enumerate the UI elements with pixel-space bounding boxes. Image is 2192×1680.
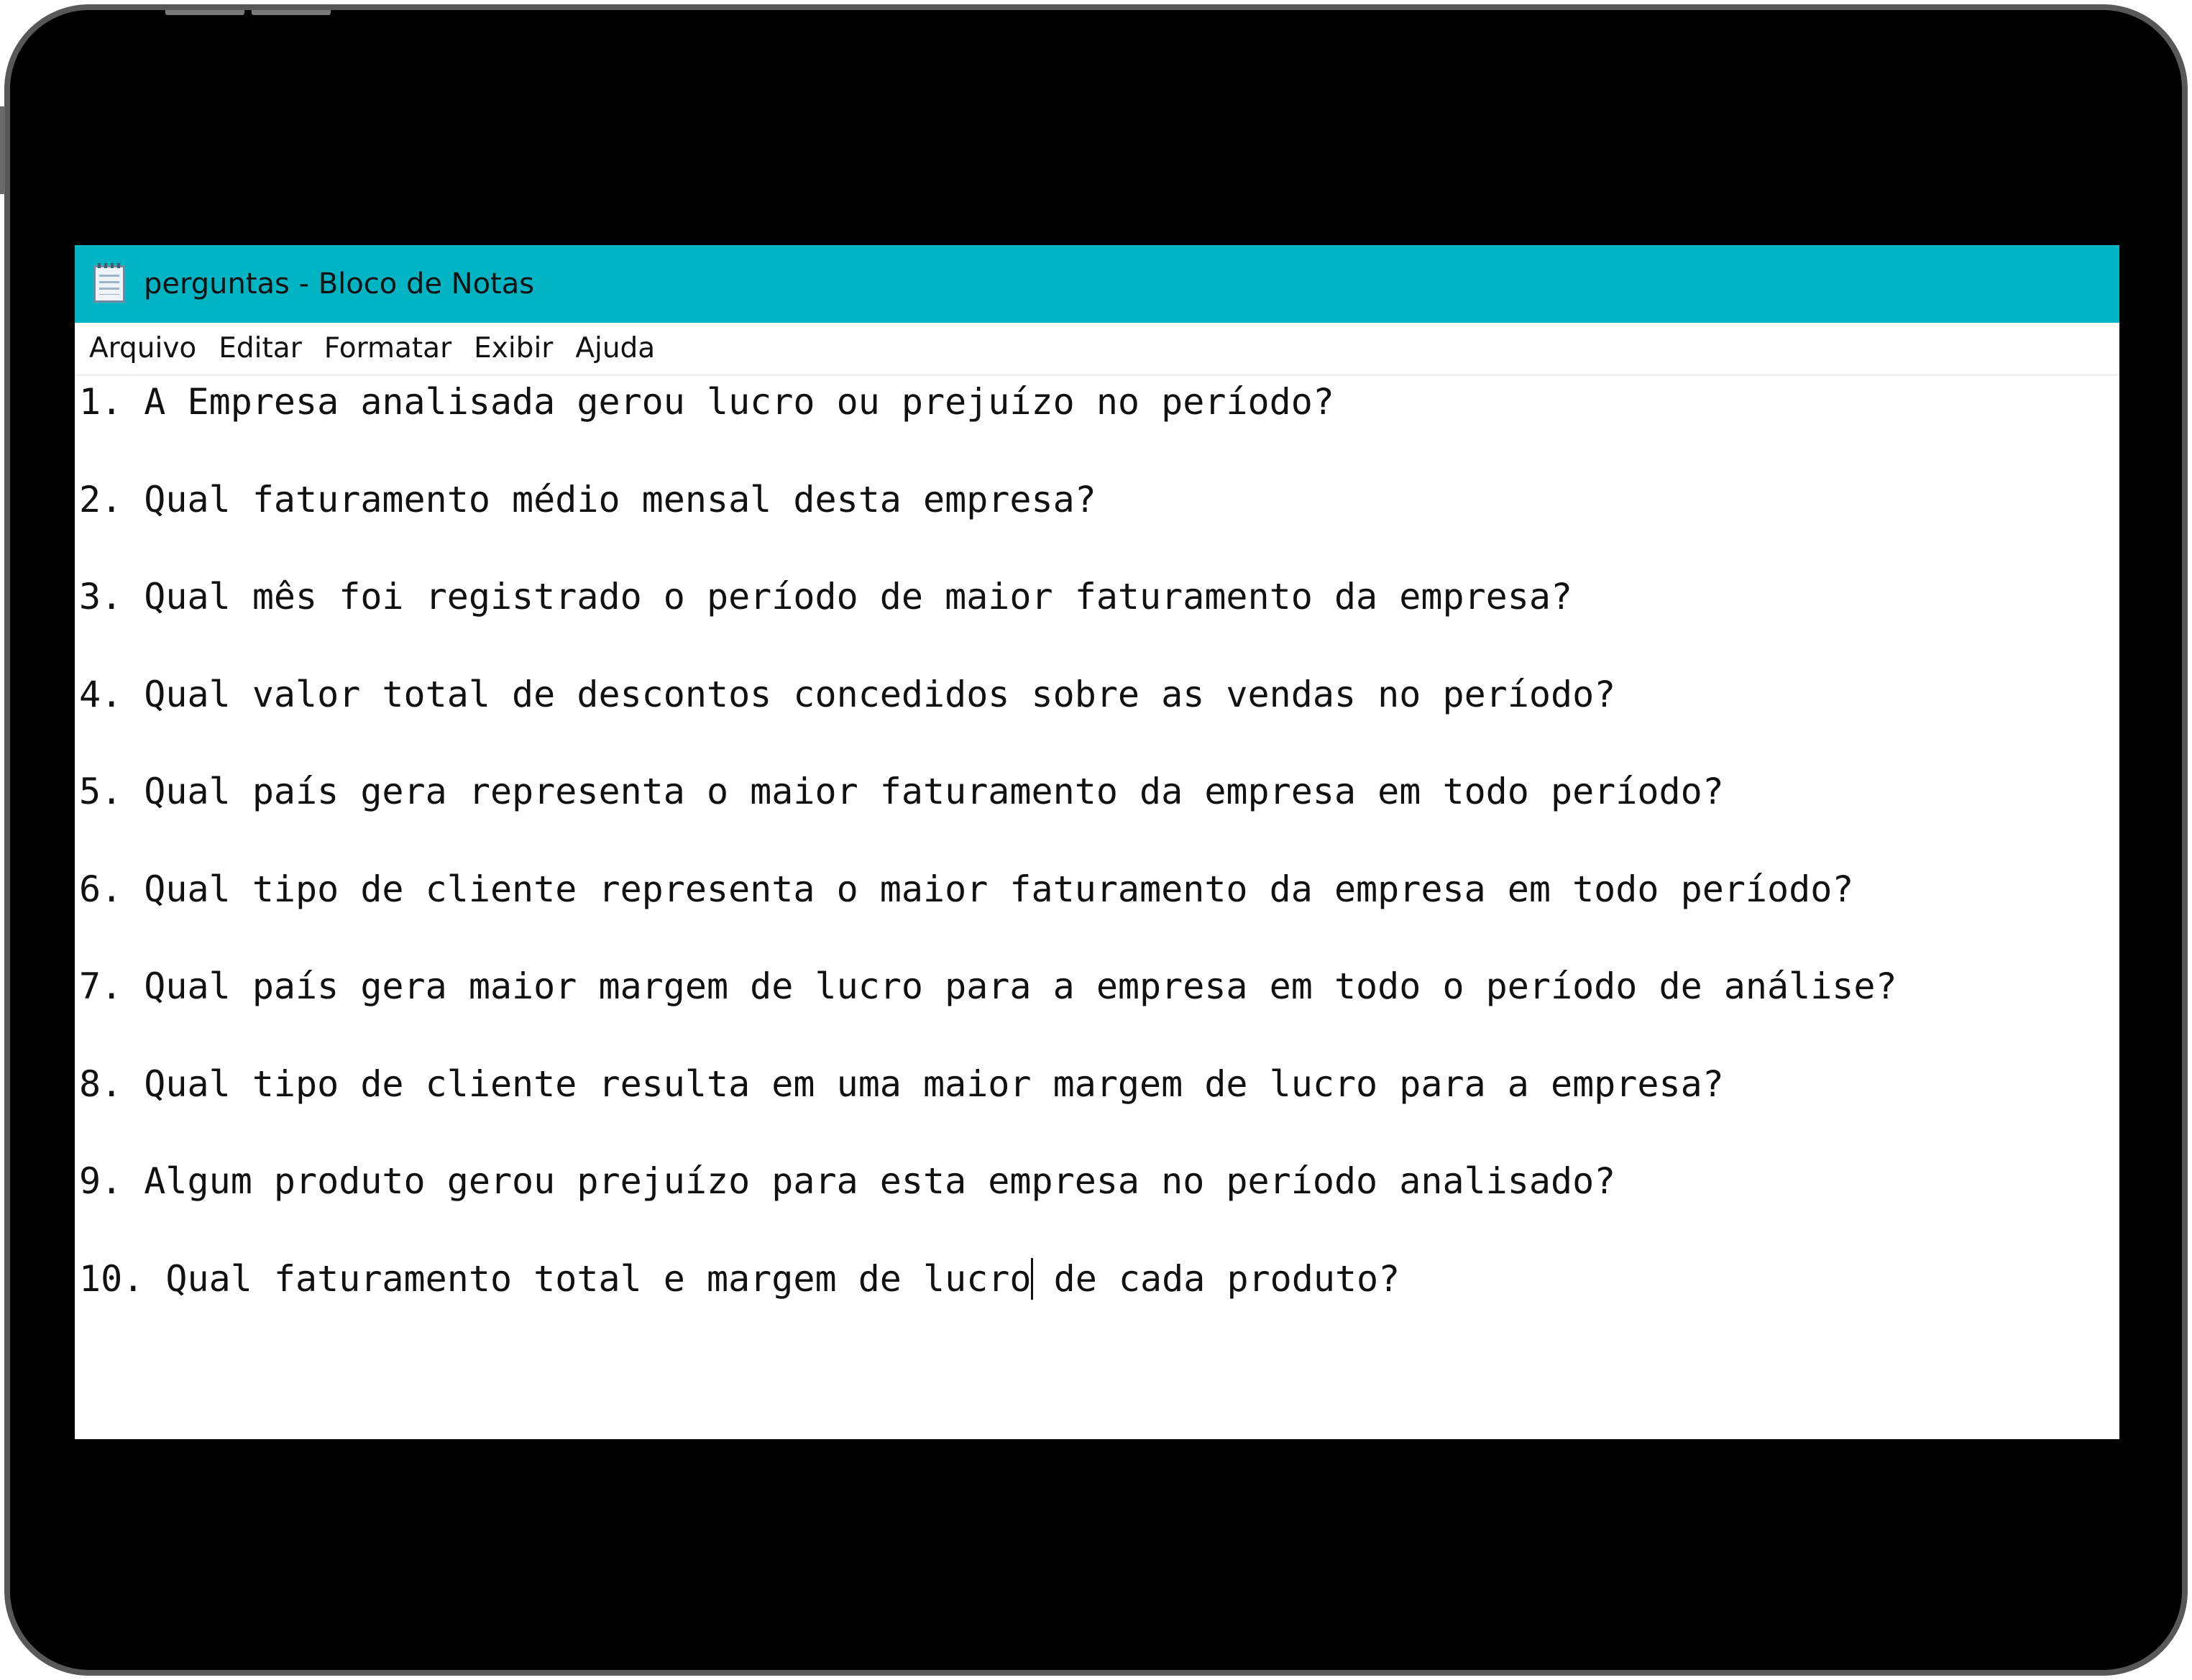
text-line: 1. A Empresa analisada gerou lucro ou pr… xyxy=(79,381,1334,423)
menu-bar: Arquivo Editar Formatar Exibir Ajuda xyxy=(75,323,2119,376)
menu-arquivo[interactable]: Arquivo xyxy=(81,326,205,370)
notepad-window: perguntas - Bloco de Notas Arquivo Edita… xyxy=(75,245,2119,1439)
text-line: 9. Algum produto gerou prejuízo para est… xyxy=(79,1160,1616,1202)
title-bar[interactable]: perguntas - Bloco de Notas xyxy=(75,245,2119,323)
menu-ajuda[interactable]: Ajuda xyxy=(567,326,664,370)
text-before-caret: 10. Qual faturamento total e margem de l… xyxy=(79,1258,1032,1300)
text-editor[interactable]: 1. A Empresa analisada gerou lucro ou pr… xyxy=(75,376,2119,1439)
text-line: 2. Qual faturamento médio mensal desta e… xyxy=(79,479,1096,520)
text-line: 3. Qual mês foi registrado o período de … xyxy=(79,576,1573,618)
menu-formatar[interactable]: Formatar xyxy=(316,326,460,370)
text-line: 6. Qual tipo de cliente representa o mai… xyxy=(79,868,1854,910)
menu-exibir[interactable]: Exibir xyxy=(465,326,561,370)
bezel-notch xyxy=(252,10,331,15)
notepad-icon xyxy=(93,263,125,303)
text-line-current: 10. Qual faturamento total e margem de l… xyxy=(79,1257,1400,1300)
text-line: 7. Qual país gera maior margem de lucro … xyxy=(79,965,1897,1007)
text-line: 8. Qual tipo de cliente resulta em uma m… xyxy=(79,1063,1724,1105)
text-line: 4. Qual valor total de descontos concedi… xyxy=(79,674,1616,715)
device-side-button xyxy=(0,106,5,194)
text-line: 5. Qual país gera representa o maior fat… xyxy=(79,771,1724,812)
bezel-notch xyxy=(165,10,244,15)
menu-editar[interactable]: Editar xyxy=(210,326,310,370)
window-title: perguntas - Bloco de Notas xyxy=(144,267,535,300)
text-after-caret: de cada produto? xyxy=(1032,1258,1400,1300)
